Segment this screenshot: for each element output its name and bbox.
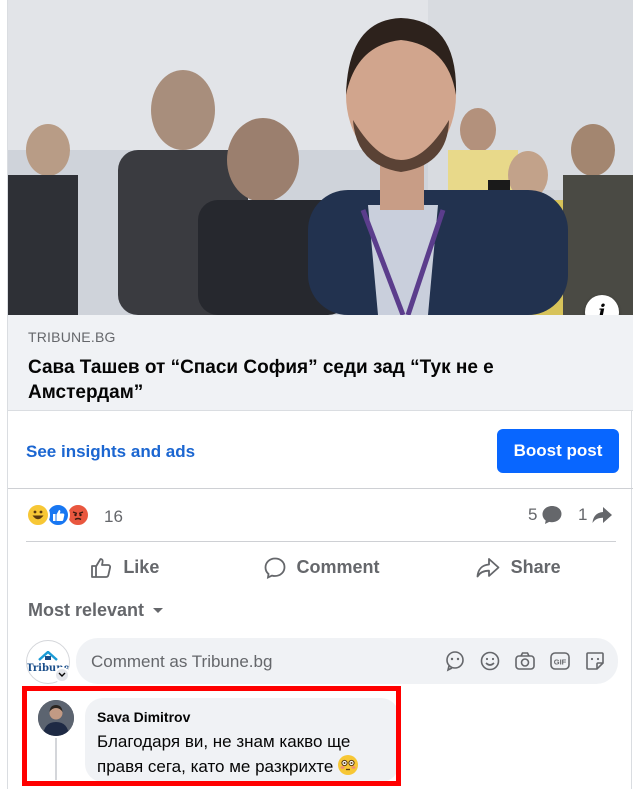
- gif-icon[interactable]: GIF: [548, 649, 571, 672]
- share-icon: [476, 557, 500, 577]
- sticker-icon[interactable]: [583, 649, 606, 672]
- avatar-sticker-icon[interactable]: [443, 649, 466, 672]
- highlight-box: [22, 686, 401, 786]
- share-button[interactable]: Share: [419, 542, 616, 593]
- link-preview[interactable]: TRIBUNE.BG Сава Ташев от “Спаси София” с…: [8, 315, 633, 411]
- comment-sort-dropdown[interactable]: Most relevant: [28, 600, 164, 621]
- comment-label: Comment: [296, 557, 380, 577]
- tribune-logo-icon: [38, 650, 58, 661]
- link-domain: TRIBUNE.BG: [28, 329, 116, 345]
- reaction-count[interactable]: 16: [104, 507, 123, 527]
- link-headline[interactable]: Сава Ташев от “Спаси София” седи зад “Ту…: [28, 355, 613, 405]
- comment-icon: [264, 557, 285, 579]
- photo-illustration: [8, 0, 633, 315]
- profile-switch-chevron-icon[interactable]: [54, 667, 70, 683]
- reaction-icons[interactable]: [26, 503, 106, 527]
- emoji-icon[interactable]: [478, 649, 501, 672]
- comments-count-value: 5: [528, 505, 538, 524]
- svg-text:GIF: GIF: [553, 657, 566, 666]
- comment-input[interactable]: Comment as Tribune.bg GIF: [76, 638, 618, 684]
- share-arrow-icon: [592, 507, 613, 523]
- insights-row: See insights and ads Boost post: [8, 411, 633, 489]
- boost-post-button[interactable]: Boost post: [497, 429, 619, 473]
- haha-icon: [26, 503, 50, 527]
- share-label: Share: [510, 557, 561, 577]
- post-actions: Like Comment Share: [26, 541, 616, 593]
- like-button[interactable]: Like: [26, 542, 223, 593]
- shares-count[interactable]: 1: [578, 505, 613, 525]
- comment-button[interactable]: Comment: [223, 542, 420, 593]
- comment-bubble-icon: [542, 506, 562, 524]
- comments-count[interactable]: 5: [528, 505, 563, 525]
- composer-tools: GIF: [443, 649, 606, 672]
- comment-placeholder: Comment as Tribune.bg: [91, 652, 273, 671]
- like-label: Like: [123, 557, 160, 577]
- caret-down-icon: [153, 607, 164, 613]
- reactions-bar: 16 5 1: [8, 490, 633, 540]
- sort-label: Most relevant: [28, 600, 145, 620]
- thumbs-up-icon: [91, 557, 112, 578]
- camera-icon[interactable]: [513, 649, 536, 672]
- see-insights-link[interactable]: See insights and ads: [26, 442, 195, 462]
- shares-count-value: 1: [578, 505, 588, 524]
- post-photo[interactable]: i: [8, 0, 633, 315]
- post-card: i TRIBUNE.BG Сава Ташев от “Спаси София”…: [7, 0, 633, 789]
